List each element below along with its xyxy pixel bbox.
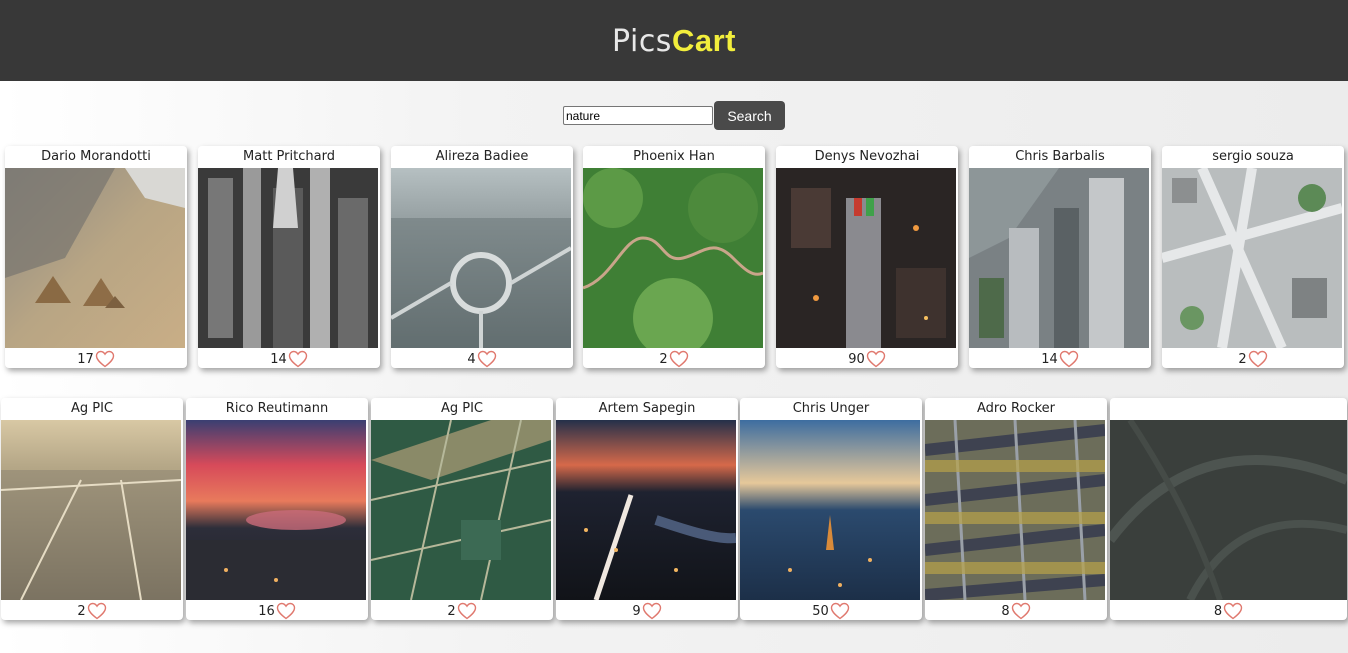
card-author: Phoenix Han — [633, 149, 715, 164]
card-footer: 17 — [5, 348, 187, 368]
photo-card[interactable]: Matt Pritchard 14 — [198, 146, 380, 368]
photo-card[interactable]: Ag PIC 2 — [371, 398, 553, 620]
card-author: Chris Unger — [792, 401, 870, 416]
like-count: 14 — [270, 351, 287, 367]
card-author: Alireza Badiee — [435, 149, 529, 164]
app-header: PicsCart — [0, 0, 1348, 81]
heart-icon[interactable] — [457, 602, 477, 620]
like-count: 17 — [77, 351, 94, 367]
card-author: sergio souza — [1212, 149, 1294, 164]
photo-card[interactable]: Dario Morandotti 17 — [5, 146, 187, 368]
photo-card[interactable]: Rico Reutimann 16 — [186, 398, 368, 620]
search-input[interactable] — [563, 106, 713, 125]
like-count: 90 — [848, 351, 865, 367]
heart-icon[interactable] — [866, 350, 886, 368]
card-footer: 4 — [391, 348, 573, 368]
card-author: Rico Reutimann — [225, 401, 329, 416]
heart-icon[interactable] — [1011, 602, 1031, 620]
photo-card[interactable]: Ag PIC 2 — [1, 398, 183, 620]
search-bar: Search — [563, 101, 785, 130]
photo-image[interactable] — [371, 420, 551, 600]
photo-image[interactable] — [391, 168, 571, 348]
photo-card[interactable]: Alireza Badiee 4 — [391, 146, 573, 368]
card-author: Denys Nevozhai — [814, 149, 920, 164]
card-footer: 9 — [556, 600, 738, 620]
card-footer: 8 — [925, 600, 1107, 620]
heart-icon[interactable] — [1223, 602, 1243, 620]
card-footer: 50 — [740, 600, 922, 620]
heart-icon[interactable] — [477, 350, 497, 368]
like-count: 9 — [632, 603, 641, 619]
photo-image[interactable] — [1, 420, 181, 600]
photo-image[interactable] — [1110, 420, 1347, 600]
like-count: 8 — [1001, 603, 1010, 619]
heart-icon[interactable] — [830, 602, 850, 620]
card-footer: 14 — [969, 348, 1151, 368]
app-logo[interactable]: PicsCart — [612, 23, 736, 59]
card-footer: 2 — [371, 600, 553, 620]
card-author: Matt Pritchard — [243, 149, 335, 164]
card-footer: 8 — [1110, 600, 1347, 620]
heart-icon[interactable] — [1248, 350, 1268, 368]
photo-image[interactable] — [1162, 168, 1342, 348]
card-footer: 14 — [198, 348, 380, 368]
card-author: Artem Sapegin — [598, 401, 696, 416]
photo-image[interactable] — [198, 168, 378, 348]
card-footer: 2 — [1, 600, 183, 620]
card-author: Ag PIC — [440, 401, 484, 416]
card-footer: 2 — [1162, 348, 1344, 368]
photo-image[interactable] — [186, 420, 366, 600]
card-footer: 90 — [776, 348, 958, 368]
like-count: 14 — [1041, 351, 1058, 367]
photo-card[interactable]: Artem Sapegin 9 — [556, 398, 738, 620]
logo-text-cart: Cart — [671, 22, 736, 58]
card-author: Dario Morandotti — [41, 149, 151, 164]
like-count: 50 — [812, 603, 829, 619]
like-count: 2 — [659, 351, 668, 367]
photo-image[interactable] — [583, 168, 763, 348]
logo-text-pics: Pics — [612, 23, 672, 59]
photo-card[interactable]: Zainal Azrin Mohamad Saari 8 — [1110, 398, 1347, 620]
like-count: 4 — [467, 351, 476, 367]
card-author: Adro Rocker — [976, 401, 1056, 416]
photo-card[interactable]: Chris Unger 50 — [740, 398, 922, 620]
photo-image[interactable] — [925, 420, 1105, 600]
card-author: Zainal Azrin Mohamad Saari — [1110, 398, 1347, 408]
heart-icon[interactable] — [642, 602, 662, 620]
search-button[interactable]: Search — [714, 101, 785, 130]
card-footer: 16 — [186, 600, 368, 620]
heart-icon[interactable] — [1059, 350, 1079, 368]
heart-icon[interactable] — [276, 602, 296, 620]
like-count: 2 — [1238, 351, 1247, 367]
heart-icon[interactable] — [669, 350, 689, 368]
photo-image[interactable] — [556, 420, 736, 600]
heart-icon[interactable] — [288, 350, 308, 368]
card-author: Ag PIC — [70, 401, 114, 416]
like-count: 2 — [447, 603, 456, 619]
photo-image[interactable] — [740, 420, 920, 600]
photo-card[interactable]: Chris Barbalis 14 — [969, 146, 1151, 368]
photo-card[interactable]: Adro Rocker 8 — [925, 398, 1107, 620]
heart-icon[interactable] — [95, 350, 115, 368]
photo-card[interactable]: Denys Nevozhai 90 — [776, 146, 958, 368]
photo-image[interactable] — [776, 168, 956, 348]
photo-image[interactable] — [5, 168, 185, 348]
like-count: 8 — [1213, 603, 1223, 619]
card-footer: 2 — [583, 348, 765, 368]
like-count: 2 — [77, 603, 86, 619]
card-author: Chris Barbalis — [1015, 149, 1105, 164]
photo-image[interactable] — [969, 168, 1149, 348]
like-count: 16 — [258, 603, 275, 619]
heart-icon[interactable] — [87, 602, 107, 620]
photo-card[interactable]: Phoenix Han 2 — [583, 146, 765, 368]
photo-card[interactable]: sergio souza 2 — [1162, 146, 1344, 368]
